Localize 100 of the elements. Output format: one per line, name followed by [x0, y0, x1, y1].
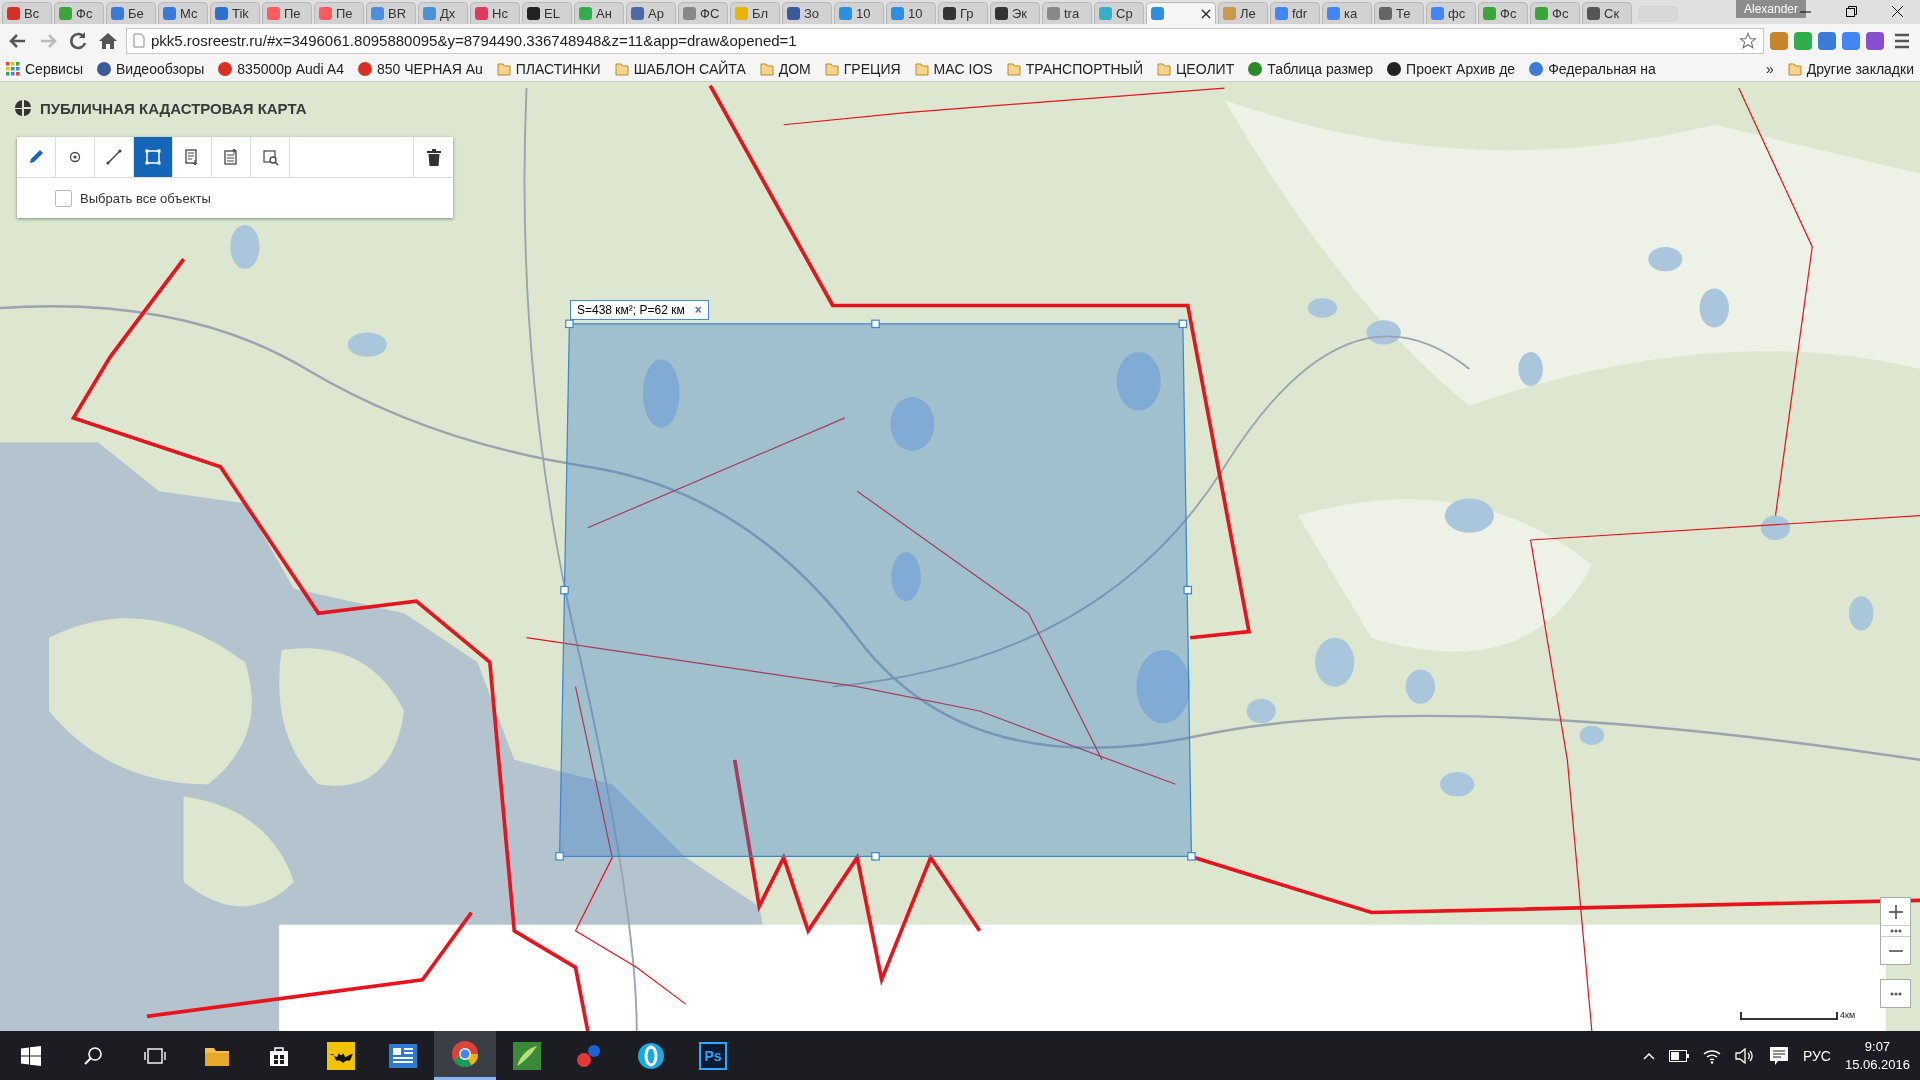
browser-tab[interactable]: Ле — [1218, 2, 1268, 24]
windows-logo-icon[interactable] — [21, 1045, 41, 1066]
bookmark-link[interactable]: MAC IOS — [933, 61, 993, 77]
browser-tab[interactable]: Ан — [574, 2, 624, 24]
lake — [890, 397, 935, 451]
extension-icon[interactable] — [1818, 31, 1836, 50]
checkbox-label[interactable]: Выбрать все объекты — [80, 190, 211, 206]
extension-icon[interactable] — [1842, 31, 1860, 50]
browser-tab[interactable]: Зо — [782, 2, 832, 24]
star-icon[interactable] — [1739, 31, 1757, 50]
browser-tab[interactable]: Бл — [730, 2, 780, 24]
checkbox[interactable] — [55, 189, 72, 207]
more-bookmarks-button[interactable]: » — [1765, 61, 1774, 77]
browser-tab[interactable]: Пе — [314, 2, 364, 24]
task-view-icon[interactable] — [144, 1045, 166, 1066]
export-tool-button[interactable] — [212, 137, 251, 177]
leaf-icon[interactable] — [513, 1041, 541, 1070]
bookmark-link[interactable]: ЦЕОЛИТ — [1176, 61, 1235, 77]
plus-icon[interactable] — [1888, 904, 1903, 919]
restore-icon[interactable] — [1845, 5, 1857, 17]
browser-tab[interactable]: ка — [1322, 2, 1372, 24]
taskbar-app[interactable]: Ps — [682, 1031, 744, 1080]
point-tool-button[interactable] — [56, 137, 95, 177]
battery-icon[interactable] — [1668, 1049, 1689, 1062]
resize-handle[interactable] — [1183, 585, 1193, 595]
extension-icon[interactable] — [1770, 31, 1788, 50]
wifi-icon[interactable] — [1702, 1047, 1721, 1064]
browser-tab[interactable]: Бе — [106, 2, 156, 24]
speaker-icon[interactable] — [1734, 1047, 1755, 1064]
browser-tab[interactable]: Ср — [1094, 2, 1144, 24]
dots-icon[interactable] — [1889, 929, 1902, 933]
chevron-up-icon[interactable] — [1642, 1051, 1655, 1060]
pencil-tool-button[interactable] — [17, 137, 56, 177]
bookmark-link[interactable]: Федеральная на — [1548, 61, 1656, 77]
browser-tab[interactable]: Фс — [54, 2, 104, 24]
close-icon[interactable] — [1201, 8, 1211, 19]
zoom-slider-handle[interactable] — [1881, 925, 1910, 937]
browser-tab[interactable]: Фс — [1530, 2, 1580, 24]
minus-icon[interactable] — [1888, 949, 1903, 952]
photoshop-icon[interactable]: Ps — [699, 1041, 727, 1070]
address-bar[interactable]: pkk5.rosreestr.ru/#x=3496061.8095880095&y=8794490.336748948&z=11&app=draw&opened=1 — [126, 27, 1764, 54]
resize-handle[interactable] — [871, 319, 880, 329]
resize-handle[interactable] — [871, 852, 880, 861]
resize-handle[interactable] — [565, 319, 574, 329]
other-bookmarks-link[interactable]: Другие закладки — [1806, 61, 1914, 77]
lake — [1518, 351, 1543, 387]
resize-handle[interactable] — [555, 852, 564, 861]
line-tool-button[interactable] — [95, 137, 134, 177]
resize-handle[interactable] — [1178, 319, 1188, 329]
bookmark-link[interactable]: ПЛАСТИНКИ — [515, 61, 601, 77]
chrome-icon[interactable] — [451, 1040, 479, 1068]
browser-tab[interactable]: tra — [1042, 2, 1092, 24]
browser-tab[interactable]: 10 — [834, 2, 884, 24]
bookmark-link[interactable]: ДОМ — [778, 61, 811, 77]
ring-icon[interactable] — [637, 1041, 665, 1070]
browser-tab[interactable]: Те — [1374, 2, 1424, 24]
bookmark-link[interactable]: ТРАНСПОРТНЫЙ — [1025, 61, 1143, 77]
browser-tab[interactable]: Tik — [210, 2, 260, 24]
bookmark-link[interactable]: Видеообзоры — [116, 61, 205, 77]
browser-tab[interactable]: Мс — [158, 2, 208, 24]
newspaper-icon[interactable] — [389, 1043, 417, 1068]
dots-icon[interactable] — [1889, 991, 1902, 996]
browser-tab[interactable]: Ск — [1582, 2, 1632, 24]
browser-tab[interactable]: 10 — [886, 2, 936, 24]
browser-tab[interactable]: EL — [522, 2, 572, 24]
bookmark-link[interactable]: 850 ЧЕРНАЯ Au — [376, 61, 483, 77]
import-tool-button[interactable] — [173, 137, 212, 177]
browser-tab[interactable]: Гр — [938, 2, 988, 24]
browser-tab[interactable]: ФС — [678, 2, 728, 24]
bookmark-link[interactable]: Проект Архив де — [1406, 61, 1516, 77]
delete-button[interactable] — [414, 137, 453, 177]
bat-logo-icon[interactable] — [327, 1041, 355, 1070]
resize-handle[interactable] — [560, 585, 569, 595]
rectangle-tool-button[interactable] — [134, 137, 173, 177]
browser-tab[interactable]: Ар — [626, 2, 676, 24]
browser-tab[interactable]: Вс — [2, 2, 52, 24]
browser-tab[interactable]: fdr — [1270, 2, 1320, 24]
browser-tab[interactable]: Дх — [418, 2, 468, 24]
browser-tab[interactable]: Пе — [262, 2, 312, 24]
search-icon[interactable] — [83, 1045, 103, 1066]
clock[interactable]: 9:07 15.06.2016 — [1844, 1037, 1910, 1074]
select-area-tool-button[interactable] — [251, 137, 290, 177]
browser-tab[interactable]: Эк — [990, 2, 1040, 24]
browser-tab[interactable]: Нс — [470, 2, 520, 24]
bookmark-link[interactable]: Таблица размер — [1267, 61, 1374, 77]
bookmark-link[interactable]: ГРЕЦИЯ — [843, 61, 901, 77]
browser-tab[interactable]: Фс — [1478, 2, 1528, 24]
taskbar-app[interactable] — [434, 1031, 496, 1080]
extension-icon[interactable] — [1866, 31, 1884, 50]
bookmark-link[interactable]: Сервисы — [25, 61, 83, 77]
bookmark-link[interactable]: 835000р Audi A4 — [237, 61, 344, 77]
resize-handle[interactable] — [1187, 852, 1196, 861]
close-icon[interactable] — [1891, 5, 1903, 17]
language-indicator[interactable]: РУС — [1802, 1047, 1831, 1064]
browser-tab[interactable]: BR — [366, 2, 416, 24]
extension-icon[interactable] — [1794, 31, 1812, 50]
browser-tab[interactable]: фс — [1426, 2, 1476, 24]
close-button[interactable]: × — [694, 303, 702, 317]
notifications-icon[interactable] — [1768, 1045, 1789, 1066]
bookmark-link[interactable]: ШАБЛОН САЙТА — [633, 61, 746, 77]
